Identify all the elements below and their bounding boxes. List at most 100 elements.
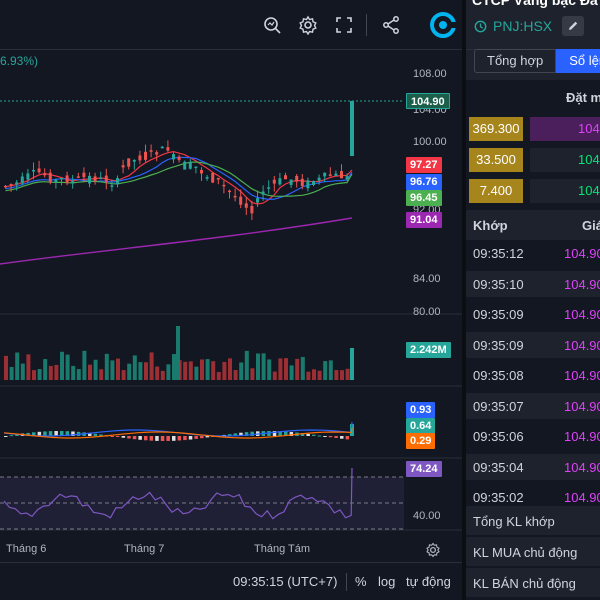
candle-body [295, 175, 299, 182]
summary-label: KL MUA chủ động [473, 545, 578, 560]
volume-bar [15, 352, 20, 380]
candle-body [183, 161, 187, 170]
candle-body [20, 176, 24, 184]
ma-purple-tag: 91.04 [406, 212, 442, 228]
bid-row[interactable]: 33.500 104.80 [466, 145, 600, 175]
trade-time: 09:35:02 [473, 490, 524, 505]
chart-pane[interactable]: 6.93%) 108.00 104.00 100.00 92.00 84.00 … [0, 0, 462, 600]
trade-time: 09:35:08 [473, 368, 524, 383]
trade-row: 09:35:10 104.90 [466, 270, 600, 297]
log-scale-toggle[interactable]: log [378, 574, 395, 589]
candle-body [132, 159, 136, 162]
summary-label: Tổng KL khớp [473, 514, 555, 529]
volume-bar [272, 371, 277, 380]
trade-price-header: Giá [582, 218, 600, 233]
moving-average-line [5, 156, 353, 201]
volume-bar [172, 354, 176, 380]
candle-body [228, 190, 231, 193]
macd-histogram-bar [172, 436, 176, 441]
candle-body [138, 155, 142, 161]
bid-volume: 369.300 [469, 117, 523, 141]
volume-bar [37, 369, 42, 380]
candle-body [144, 151, 147, 160]
trade-row: 09:35:08 104.90 [466, 362, 600, 388]
volume-bar [71, 365, 76, 380]
edit-ticker-button[interactable] [562, 16, 585, 36]
share-icon[interactable] [378, 12, 404, 38]
trade-price: 104.90 [564, 276, 600, 292]
volume-bar [82, 350, 87, 380]
order-book: Đặt mua 369.300 104.90 33.500 104.80 7.4… [466, 80, 600, 600]
macd-histogram-bar [306, 433, 310, 436]
candle-body [222, 184, 226, 187]
volume-bar [54, 364, 59, 380]
volume-bar [88, 364, 92, 380]
bid-row[interactable]: 369.300 104.90 [466, 114, 600, 144]
month-label: Tháng 6 [6, 543, 47, 555]
summary-label: KL BÁN chủ động [473, 576, 576, 591]
price-axis-label: 100.00 [413, 136, 447, 148]
volume-bar [149, 352, 154, 380]
panel-tabs: Tổng hợp Sổ lệnh [474, 49, 600, 73]
price-chart[interactable] [0, 50, 462, 538]
candle-body [211, 172, 215, 183]
ticker-row: PNJ:HSX [474, 16, 585, 36]
volume-bar [340, 370, 344, 380]
candle-body [127, 158, 131, 167]
candle-body [88, 175, 91, 184]
volume-bar [211, 361, 216, 380]
candle-body [216, 178, 220, 180]
volume-bar [43, 359, 48, 380]
volume-bar [110, 360, 115, 380]
volume-bar [350, 348, 354, 380]
candle-body [300, 178, 304, 187]
macd-histogram-bar [312, 434, 316, 436]
bid-row[interactable]: 7.400 104.70 [466, 176, 600, 206]
candle-body [116, 178, 119, 185]
macd-histogram-bar [328, 436, 333, 438]
gear-icon[interactable] [295, 12, 321, 38]
summary-buy-volume: KL MUA chủ động [466, 536, 600, 566]
macd-histogram-bar [340, 436, 344, 439]
trade-row: 09:35:09 104.90 [466, 331, 600, 358]
percent-scale-toggle[interactable]: % [355, 574, 367, 589]
auto-scale-toggle[interactable]: tự động [406, 574, 451, 589]
candle-body [328, 174, 332, 176]
last-price-tag: 104.90 [406, 93, 450, 109]
summary-sell-volume: KL BÁN chủ động [466, 567, 600, 597]
candle-body [278, 178, 282, 185]
toolbar-separator [366, 14, 367, 36]
candle-body [160, 146, 164, 149]
price-axis-label: 108.00 [413, 68, 447, 80]
brand-logo[interactable] [430, 12, 456, 38]
volume-bar [222, 361, 227, 380]
fullscreen-icon[interactable] [331, 12, 357, 38]
candle-body [267, 187, 271, 189]
search-chart-icon[interactable] [259, 12, 285, 38]
macd-histogram-bar [127, 436, 131, 439]
candle-body [93, 176, 97, 182]
candle-body [334, 173, 338, 176]
ma-red-tag: 97.27 [406, 157, 442, 173]
volume-bar [194, 366, 199, 380]
gear-icon[interactable] [425, 542, 441, 558]
price-axis-label: 84.00 [413, 273, 441, 285]
volume-bar [334, 370, 339, 380]
macd-histogram-bar [183, 436, 187, 441]
candle-body [239, 196, 243, 205]
candle-body [37, 168, 41, 173]
tab-summary[interactable]: Tổng hợp [474, 49, 557, 73]
trade-row: 09:35:07 104.90 [466, 392, 600, 419]
ticker-symbol[interactable]: PNJ:HSX [493, 18, 552, 34]
footer-clock: 09:35:15 (UTC+7) [233, 574, 338, 589]
panel-header: CTCP Vàng bạc Đá PNJ:HSX [466, 0, 600, 50]
tab-order-book[interactable]: Sổ lệnh [556, 49, 600, 73]
volume-bar [138, 362, 143, 380]
volume-bar [144, 362, 148, 380]
macd-histogram-bar [194, 436, 198, 439]
trade-header: Khớp Giá [466, 210, 600, 240]
macd-histogram-bar [138, 436, 142, 440]
candle-body [4, 185, 7, 188]
volume-tag: 2.242M [406, 342, 451, 358]
bid-header: Đặt mua [566, 90, 600, 105]
